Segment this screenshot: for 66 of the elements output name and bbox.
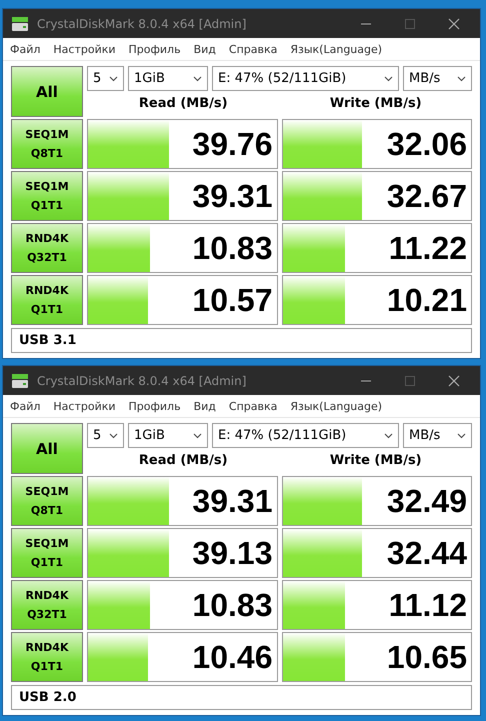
dropdown[interactable]: MB/s	[403, 423, 472, 448]
comment-field[interactable]: USB 2.0	[11, 685, 472, 710]
result-value: 10.57	[192, 282, 272, 318]
dropdown[interactable]: 5	[87, 66, 124, 91]
menu-item[interactable]: Файл	[10, 42, 40, 56]
result-value: 39.31	[192, 482, 272, 520]
menu-item[interactable]: Справка	[228, 42, 278, 56]
result-value: 32.67	[386, 178, 467, 214]
chevron-icon	[109, 432, 118, 438]
menu-item[interactable]: Профиль	[128, 400, 181, 412]
menu-item[interactable]: Файл	[10, 400, 40, 412]
column-header: Write (MB/s)	[328, 452, 423, 468]
menu-item[interactable]: Вид	[194, 42, 216, 56]
dropdown[interactable]: MB/s	[403, 66, 472, 91]
chevron-icon	[193, 432, 202, 438]
result-value: 10.83	[192, 230, 272, 266]
column-header: Read (MB/s)	[138, 452, 229, 468]
close-icon[interactable]	[448, 18, 460, 30]
dropdown[interactable]: 1GiB	[128, 423, 208, 448]
menu-item[interactable]: Язык(Language)	[290, 400, 382, 412]
window-title: CrystalDiskMark 8.0.4 x64 [Admin]	[37, 374, 248, 388]
disk-icon	[11, 372, 29, 388]
dropdown[interactable]: 5	[87, 423, 124, 448]
result-value: 10.83	[192, 586, 272, 624]
test-button[interactable]: SEQ1M Q1T1	[11, 528, 83, 578]
dropdown[interactable]: E: 47% (52/111GiB)	[212, 66, 399, 91]
menu-item[interactable]: Язык(Language)	[290, 42, 382, 56]
chevron-icon	[457, 432, 466, 438]
chevron-icon	[109, 76, 118, 82]
chevron-icon	[193, 76, 202, 82]
dropdown[interactable]: E: 47% (52/111GiB)	[212, 423, 399, 448]
result-value: 39.31	[192, 178, 272, 214]
test-button[interactable]: SEQ1M Q8T1	[11, 476, 83, 526]
menu-item[interactable]: Настройки	[53, 42, 116, 56]
comment-field[interactable]: USB 3.1	[11, 328, 472, 353]
disk-icon	[11, 16, 29, 32]
menu-item[interactable]: Профиль	[128, 42, 181, 56]
close-icon[interactable]	[448, 374, 460, 386]
menu-item[interactable]: Справка	[228, 400, 278, 412]
result-value: 32.49	[386, 482, 467, 520]
all-button[interactable]: All	[11, 66, 83, 117]
menu-item[interactable]: Настройки	[53, 400, 116, 412]
test-button[interactable]: RND4K Q32T1	[11, 223, 83, 273]
test-button[interactable]: RND4K Q32T1	[11, 580, 83, 630]
result-value: 10.46	[192, 638, 272, 676]
window-title: CrystalDiskMark 8.0.4 x64 [Admin]	[37, 16, 248, 30]
result-value: 32.44	[386, 534, 467, 572]
result-value: 10.65	[386, 638, 467, 676]
column-header: Read (MB/s)	[138, 96, 229, 110]
result-value: 32.06	[386, 126, 467, 162]
test-button[interactable]: SEQ1M Q8T1	[11, 119, 83, 169]
chevron-icon	[384, 432, 393, 438]
result-value: 39.76	[192, 126, 272, 162]
result-value: 10.21	[386, 282, 467, 318]
chevron-icon	[457, 76, 466, 82]
test-button[interactable]: RND4K Q1T1	[11, 275, 83, 325]
result-value: 39.13	[192, 534, 272, 572]
all-button[interactable]: All	[11, 423, 83, 474]
chevron-icon	[384, 76, 393, 82]
menu-item[interactable]: Вид	[194, 400, 216, 412]
dropdown[interactable]: 1GiB	[128, 66, 208, 91]
result-value: 11.12	[388, 586, 467, 624]
test-button[interactable]: RND4K Q1T1	[11, 632, 83, 682]
test-button[interactable]: SEQ1M Q1T1	[11, 171, 83, 221]
result-value: 11.22	[388, 230, 467, 266]
column-header: Write (MB/s)	[328, 96, 423, 110]
